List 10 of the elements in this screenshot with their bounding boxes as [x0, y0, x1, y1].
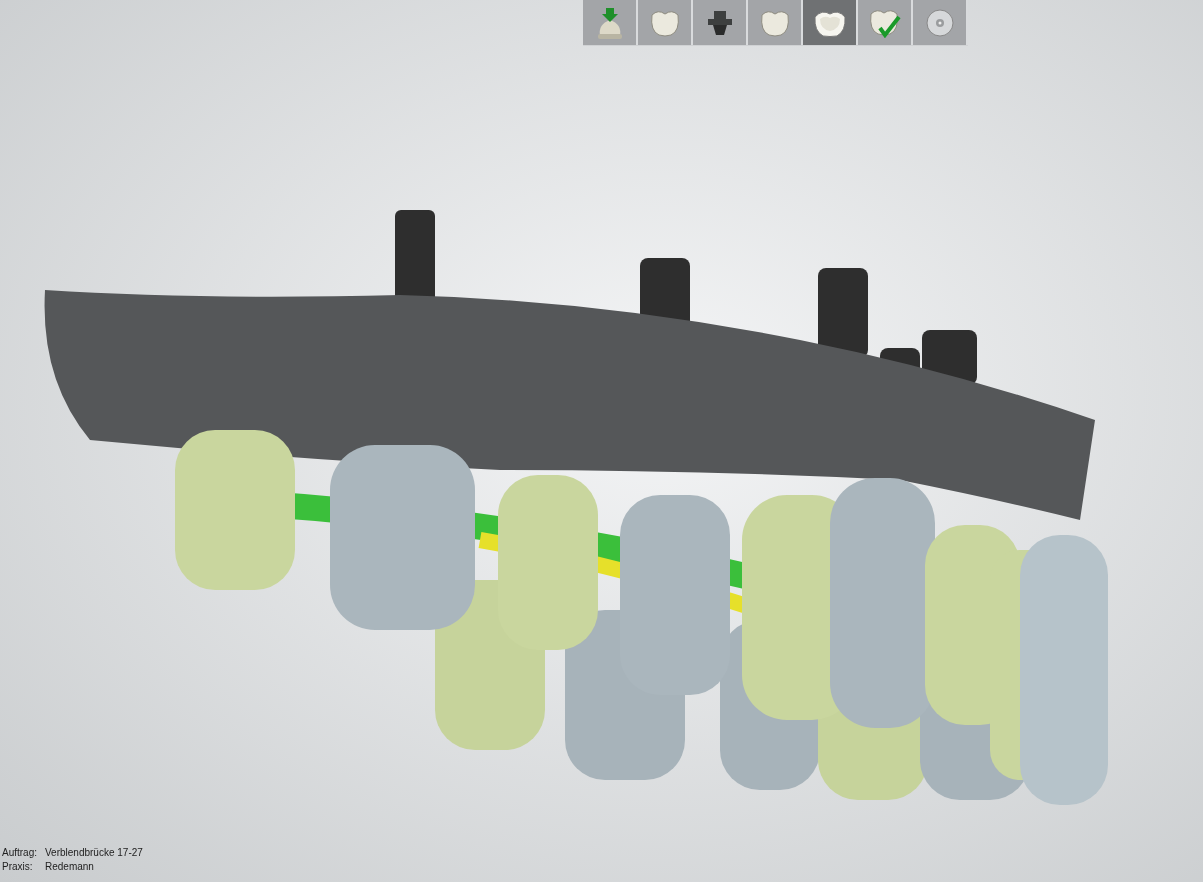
crown-icon	[758, 8, 791, 37]
disc-icon	[924, 7, 955, 38]
info-value: Verblendbrücke 17-27	[45, 846, 143, 860]
info-value: Redemann	[45, 860, 94, 874]
info-label: Auftrag:	[2, 846, 39, 860]
crown-icon	[648, 8, 681, 37]
workflow-step-tab[interactable]	[803, 0, 858, 45]
workflow-step-tab[interactable]	[693, 0, 748, 45]
info-label: Praxis:	[2, 860, 34, 874]
crown-check-icon	[867, 7, 902, 38]
